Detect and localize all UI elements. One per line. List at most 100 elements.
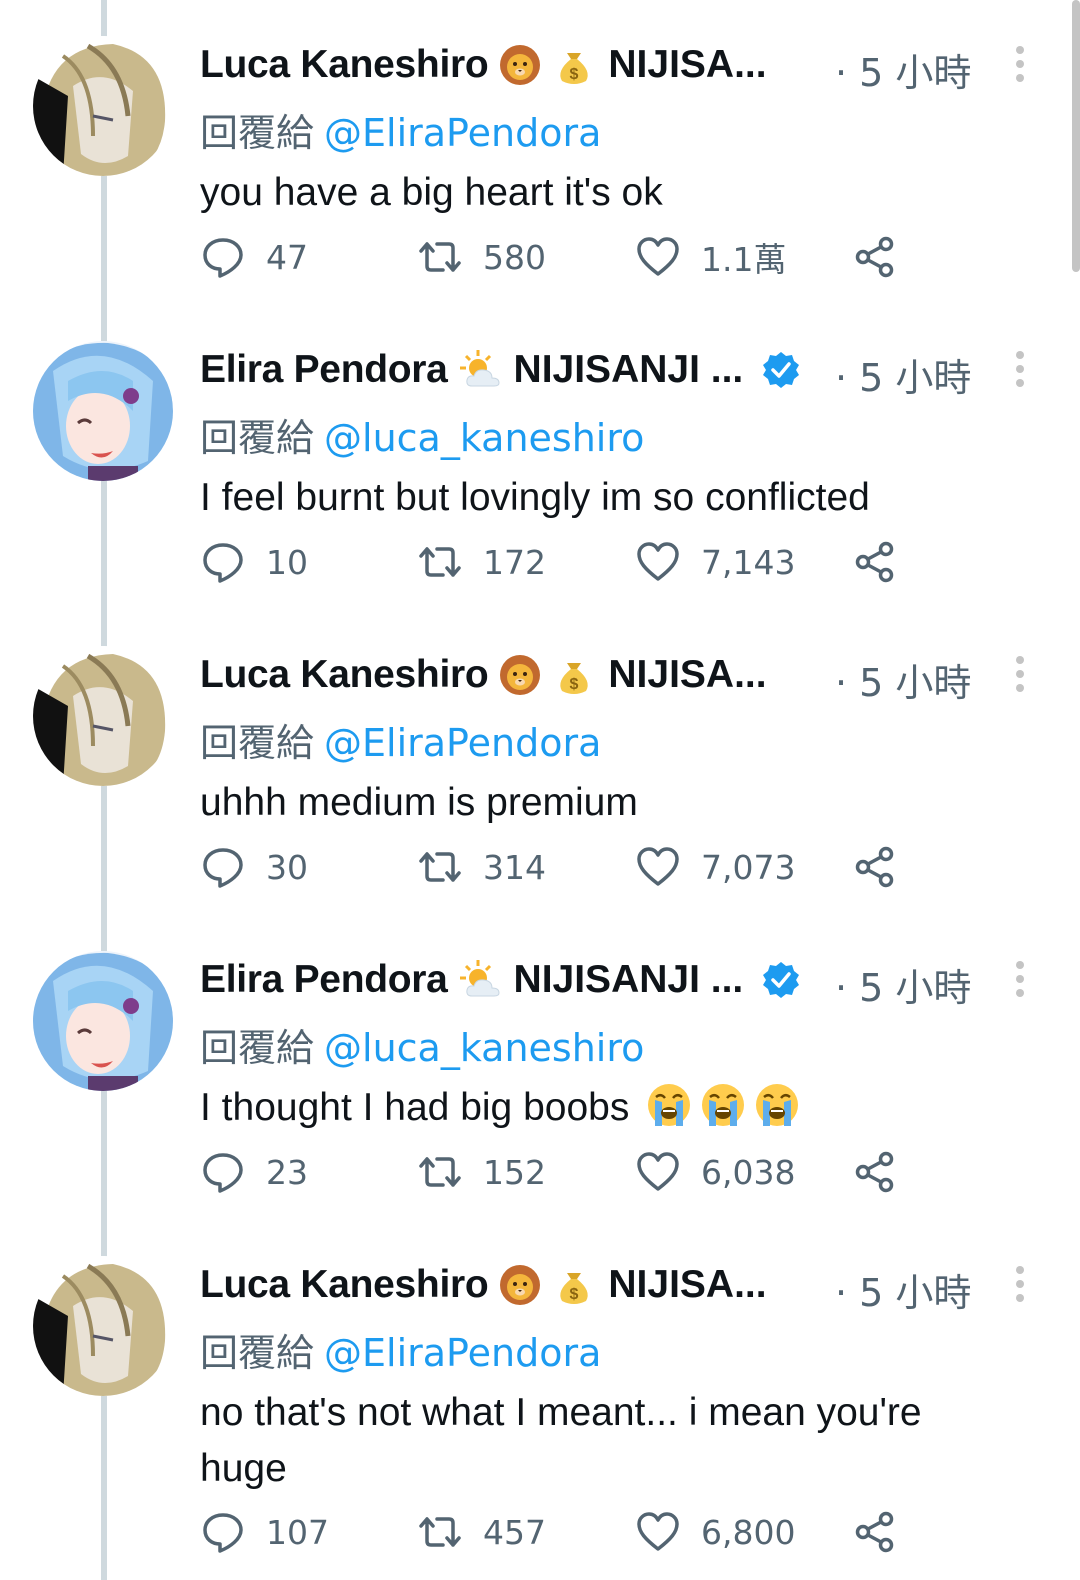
like-button[interactable]: 7,073 — [635, 842, 795, 892]
retweet-icon — [419, 242, 461, 272]
tweet-text-content: I thought I had big boobs — [200, 1086, 630, 1129]
mention-link[interactable]: @luca_kaneshiro — [324, 416, 644, 460]
share-button[interactable] — [852, 232, 898, 282]
retweet-count: 172 — [483, 542, 546, 582]
tweet-text: you have a big heart it's ok — [200, 171, 663, 214]
timestamp[interactable]: · 5 小時 — [835, 957, 971, 1012]
retweet-count: 457 — [483, 1512, 546, 1552]
action-bar: 30 314 7,073 — [200, 842, 920, 892]
share-button[interactable] — [852, 842, 898, 892]
reply-count: 107 — [266, 1512, 329, 1552]
money-bag-emoji: $ — [552, 1263, 596, 1307]
retweet-icon — [419, 1517, 461, 1547]
heart-icon — [637, 1512, 679, 1551]
reply-context: 回覆給 @EliraPendora — [200, 102, 601, 157]
heart-icon — [637, 1152, 679, 1191]
share-icon — [855, 1151, 894, 1193]
org-name: NIJISANJI ... — [513, 958, 744, 1001]
action-bar: 23 152 6,038 — [200, 1147, 920, 1197]
reply-button[interactable]: 30 — [200, 842, 308, 892]
reply-button[interactable]: 10 — [200, 537, 308, 587]
share-button[interactable] — [852, 537, 898, 587]
like-count: 6,038 — [701, 1152, 796, 1192]
svg-text:$: $ — [570, 66, 579, 83]
reply-icon — [203, 1153, 243, 1193]
retweet-button[interactable]: 152 — [417, 1147, 546, 1197]
more-options-icon[interactable] — [1008, 1260, 1032, 1310]
mention-link[interactable]: @EliraPendora — [324, 721, 601, 765]
scrollbar[interactable] — [1072, 0, 1080, 272]
mention-link[interactable]: @EliraPendora — [324, 1331, 601, 1375]
more-options-icon[interactable] — [1008, 345, 1032, 395]
avatar-luca[interactable] — [33, 646, 173, 786]
timestamp[interactable]: · 5 小時 — [835, 1262, 971, 1317]
share-button[interactable] — [852, 1507, 898, 1557]
reply-button[interactable]: 23 — [200, 1147, 308, 1197]
org-name: NIJISA... — [608, 653, 767, 696]
sun-behind-cloud-emoji — [458, 958, 502, 1002]
reply-prefix: 回覆給 — [200, 1026, 315, 1070]
retweet-button[interactable]: 314 — [417, 842, 546, 892]
share-icon — [855, 236, 894, 278]
org-name: NIJISA... — [608, 43, 767, 86]
svg-text:$: $ — [570, 676, 579, 693]
more-options-icon[interactable] — [1008, 650, 1032, 700]
reply-context: 回覆給 @luca_kaneshiro — [200, 1017, 644, 1072]
share-button[interactable] — [852, 1147, 898, 1197]
like-button[interactable]: 1.1萬 — [635, 232, 786, 282]
mention-link[interactable]: @EliraPendora — [324, 111, 601, 155]
action-bar: 10 172 7,143 — [200, 537, 920, 587]
retweet-count: 152 — [483, 1152, 546, 1192]
action-bar: 107 457 6,800 — [200, 1507, 920, 1557]
more-options-icon[interactable] — [1008, 955, 1032, 1005]
avatar-luca[interactable] — [33, 36, 173, 176]
reply-prefix: 回覆給 — [200, 416, 315, 460]
more-options-icon[interactable] — [1008, 40, 1032, 90]
display-name[interactable]: Elira Pendora — [200, 958, 448, 1002]
verified-badge-icon — [761, 960, 801, 1000]
reply-icon — [203, 1513, 243, 1553]
like-count: 7,143 — [701, 542, 796, 582]
like-button[interactable]: 6,038 — [635, 1147, 795, 1197]
reply-button[interactable]: 47 — [200, 232, 308, 282]
heart-icon — [637, 237, 679, 276]
share-icon — [855, 541, 894, 583]
mention-link[interactable]: @luca_kaneshiro — [324, 1026, 644, 1070]
reply-prefix: 回覆給 — [200, 721, 315, 765]
like-count: 6,800 — [701, 1512, 796, 1552]
tweet-text: I thought I had big boobs — [200, 1080, 1040, 1136]
retweet-icon — [419, 547, 461, 577]
avatar-elira[interactable] — [33, 951, 173, 1091]
org-name: NIJISA... — [608, 1263, 767, 1306]
reply-count: 23 — [266, 1152, 308, 1192]
like-button[interactable]: 6,800 — [635, 1507, 795, 1557]
display-name[interactable]: Luca Kaneshiro — [200, 1263, 489, 1307]
display-name[interactable]: Elira Pendora — [200, 348, 448, 392]
verified-badge-icon — [761, 350, 801, 390]
share-icon — [855, 846, 894, 888]
timestamp[interactable]: · 5 小時 — [835, 42, 971, 97]
timestamp[interactable]: · 5 小時 — [835, 652, 971, 707]
avatar-elira[interactable] — [33, 341, 173, 481]
reply-context: 回覆給 @EliraPendora — [200, 1322, 601, 1377]
retweet-button[interactable]: 580 — [417, 232, 546, 282]
like-button[interactable]: 7,143 — [635, 537, 795, 587]
reply-icon — [203, 543, 243, 583]
avatar-luca[interactable] — [33, 1256, 173, 1396]
tweet-text: no that's not what I meant... i mean you… — [200, 1391, 922, 1490]
retweet-icon — [419, 1157, 461, 1187]
retweet-button[interactable]: 457 — [417, 1507, 546, 1557]
retweet-count: 314 — [483, 847, 546, 887]
loudly-crying-emoji — [644, 1080, 694, 1130]
lion-emoji — [498, 43, 542, 87]
timestamp[interactable]: · 5 小時 — [835, 347, 971, 402]
tweet-text: I feel burnt but lovingly im so conflict… — [200, 476, 870, 519]
reply-button[interactable]: 107 — [200, 1507, 329, 1557]
reply-count: 30 — [266, 847, 308, 887]
display-name[interactable]: Luca Kaneshiro — [200, 653, 489, 697]
retweet-button[interactable]: 172 — [417, 537, 546, 587]
reply-count: 10 — [266, 542, 308, 582]
display-name[interactable]: Luca Kaneshiro — [200, 43, 489, 87]
reply-prefix: 回覆給 — [200, 1331, 315, 1375]
loudly-crying-emoji — [752, 1080, 802, 1130]
